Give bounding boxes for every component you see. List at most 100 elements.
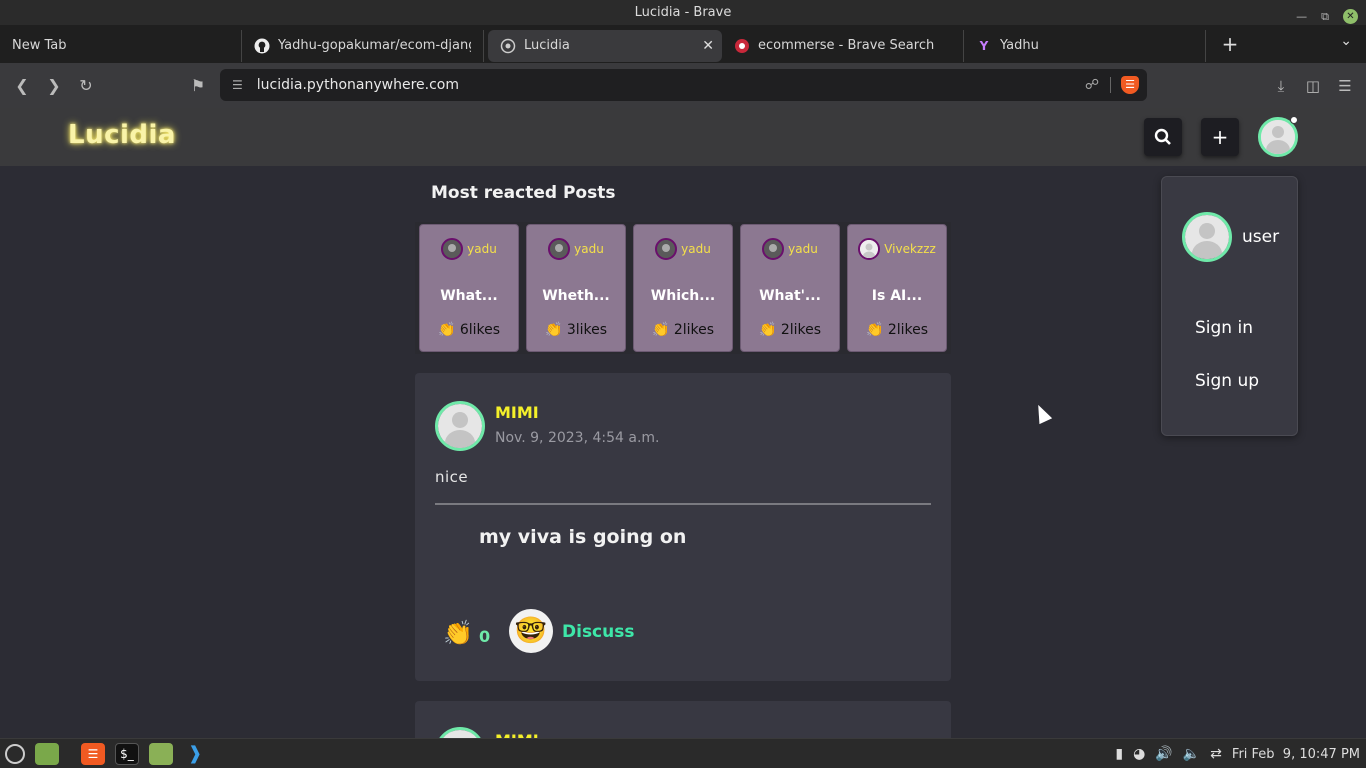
nerd-face-icon[interactable]: 🤓 bbox=[509, 609, 553, 653]
reacted-post-card[interactable]: yadu What... 👏 6likes bbox=[419, 224, 519, 352]
post-body: nice bbox=[435, 468, 469, 486]
card-author-name: yadu bbox=[467, 242, 497, 256]
network-icon[interactable]: ⇄ bbox=[1210, 746, 1222, 762]
card-likes: 👏 2likes bbox=[865, 322, 929, 338]
tab-label: ecommerse - Brave Search bbox=[758, 38, 935, 53]
dropdown-username: user bbox=[1242, 227, 1280, 247]
share-icon[interactable]: ☍ bbox=[1085, 77, 1099, 93]
bookmark-icon[interactable]: ⚑ bbox=[182, 76, 214, 95]
tab-label: New Tab bbox=[12, 38, 67, 53]
wifi-icon[interactable]: ◕ bbox=[1133, 746, 1145, 762]
add-post-button[interactable]: + bbox=[1201, 118, 1239, 156]
plus-icon: + bbox=[1211, 125, 1229, 149]
tab-lucidia[interactable]: Lucidia ✕ bbox=[488, 29, 722, 62]
menu-icon[interactable]: ☰ bbox=[1336, 77, 1354, 95]
search-icon bbox=[1154, 128, 1171, 145]
card-title: Wheth... bbox=[542, 288, 610, 304]
tab-label: Lucidia bbox=[524, 38, 570, 53]
card-author: yadu bbox=[741, 238, 839, 260]
post-title[interactable]: my viva is going on bbox=[479, 526, 686, 548]
terminal-icon[interactable]: $_ bbox=[115, 742, 139, 765]
card-author: Vivekzzz bbox=[848, 238, 946, 260]
card-author: yadu bbox=[420, 238, 518, 260]
system-tray: ▮ ◕ 🔊 🔈 ⇄ Fri Feb 9, 10:47 PM bbox=[1115, 739, 1360, 768]
battery-icon[interactable]: ▮ bbox=[1115, 746, 1123, 762]
card-title: Which... bbox=[650, 288, 716, 304]
close-window-icon[interactable]: ✕ bbox=[1343, 9, 1358, 24]
site-info-icon[interactable]: ☰ bbox=[232, 78, 243, 92]
card-title: What... bbox=[440, 288, 498, 304]
card-title: Is AI... bbox=[871, 288, 923, 304]
speaker-icon[interactable]: 🔈 bbox=[1183, 746, 1200, 762]
sidebar-icon[interactable]: ◫ bbox=[1304, 77, 1322, 95]
avatar bbox=[655, 238, 678, 260]
avatar-icon bbox=[1261, 120, 1295, 154]
card-likes: 👏 3likes bbox=[544, 322, 608, 338]
post-divider bbox=[435, 503, 931, 505]
feed-post: MIMI Nov. 9, 2023, 4:54 a.m. nice my viv… bbox=[415, 373, 951, 681]
tab-label: Yadhu bbox=[1000, 38, 1039, 53]
address-bar[interactable]: ☰ lucidia.pythonanywhere.com ☍ ☰ bbox=[220, 69, 1147, 101]
reacted-post-card[interactable]: yadu What'... 👏 2likes bbox=[740, 224, 840, 352]
brave-search-icon bbox=[734, 38, 750, 54]
card-likes: 👏 2likes bbox=[758, 322, 822, 338]
separator bbox=[1110, 77, 1111, 93]
reacted-post-card[interactable]: yadu Wheth... 👏 3likes bbox=[526, 224, 626, 352]
mint-menu-icon[interactable] bbox=[5, 743, 25, 764]
tab-yadhu[interactable]: Y Yadhu bbox=[964, 29, 1206, 62]
window-title: Lucidia - Brave bbox=[634, 5, 732, 20]
brave-shield-icon[interactable]: ☰ bbox=[1121, 76, 1139, 94]
most-reacted-title: Most reacted Posts bbox=[431, 183, 616, 203]
url-text: lucidia.pythonanywhere.com bbox=[256, 77, 459, 93]
tab-github[interactable]: Yadhu-gopakumar/ecom-django bbox=[242, 29, 484, 62]
card-likes: 👏 6likes bbox=[437, 322, 501, 338]
new-tab-icon[interactable]: + bbox=[1218, 32, 1242, 56]
clap-icon[interactable]: 👏 bbox=[443, 619, 473, 647]
dropdown-avatar bbox=[1182, 212, 1232, 262]
download-icon[interactable]: ⤓ bbox=[1272, 77, 1290, 95]
search-button[interactable] bbox=[1144, 118, 1182, 156]
back-icon[interactable]: ❮ bbox=[6, 76, 38, 95]
card-author-name: yadu bbox=[574, 242, 604, 256]
avatar bbox=[858, 238, 881, 260]
github-icon bbox=[254, 38, 270, 54]
reload-icon[interactable]: ↻ bbox=[70, 76, 102, 95]
browser-toolbar: ❮ ❯ ↻ ⚑ ☰ lucidia.pythonanywhere.com ☍ ☰… bbox=[0, 63, 1366, 108]
chevron-down-icon[interactable]: ⌄ bbox=[1340, 33, 1352, 49]
volume-icon[interactable]: 🔊 bbox=[1155, 746, 1172, 762]
reacted-post-card[interactable]: yadu Which... 👏 2likes bbox=[633, 224, 733, 352]
reacted-post-card[interactable]: Vivekzzz Is AI... 👏 2likes bbox=[847, 224, 947, 352]
avatar-icon bbox=[1185, 215, 1229, 259]
tab-new-tab[interactable]: New Tab bbox=[0, 29, 242, 62]
files-icon[interactable] bbox=[149, 742, 173, 765]
card-author-name: Vivekzzz bbox=[884, 242, 936, 256]
avatar bbox=[762, 238, 785, 260]
card-title: What'... bbox=[759, 288, 821, 304]
tab-label: Yadhu-gopakumar/ecom-django bbox=[278, 38, 471, 53]
discuss-button[interactable]: Discuss bbox=[562, 622, 634, 642]
post-author-name[interactable]: MIMI bbox=[495, 403, 539, 422]
card-author: yadu bbox=[634, 238, 732, 260]
site-logo[interactable]: Lucidia bbox=[68, 120, 176, 150]
clock[interactable]: Fri Feb 9, 10:47 PM bbox=[1232, 747, 1360, 762]
most-reacted-row: yadu What... 👏 6likes yadu Wheth... 👏 3l… bbox=[415, 222, 951, 354]
y-icon: Y bbox=[979, 38, 989, 53]
show-desktop-icon[interactable] bbox=[35, 742, 59, 765]
forward-icon[interactable]: ❯ bbox=[38, 76, 70, 95]
sign-up-link[interactable]: Sign up bbox=[1195, 371, 1259, 391]
avatar-icon bbox=[438, 404, 482, 448]
profile-dropdown: user Sign in Sign up bbox=[1161, 176, 1298, 436]
globe-icon bbox=[500, 38, 516, 54]
tab-brave-search[interactable]: ecommerse - Brave Search bbox=[722, 29, 964, 62]
post-author-avatar[interactable] bbox=[435, 401, 485, 451]
vscode-icon[interactable]: ❱ bbox=[183, 743, 207, 765]
post-date: Nov. 9, 2023, 4:54 a.m. bbox=[495, 430, 660, 446]
close-tab-icon[interactable]: ✕ bbox=[702, 38, 714, 54]
taskbar: ☰ $_ ❱ ▮ ◕ 🔊 🔈 ⇄ Fri Feb 9, 10:47 PM bbox=[0, 738, 1366, 768]
avatar bbox=[548, 238, 571, 260]
sign-in-link[interactable]: Sign in bbox=[1195, 318, 1253, 338]
site-header: Lucidia + bbox=[0, 108, 1366, 166]
window-titlebar: Lucidia - Brave — ⧉ ✕ bbox=[0, 0, 1366, 25]
notification-dot bbox=[1290, 116, 1298, 124]
brave-browser-icon[interactable]: ☰ bbox=[81, 742, 105, 765]
